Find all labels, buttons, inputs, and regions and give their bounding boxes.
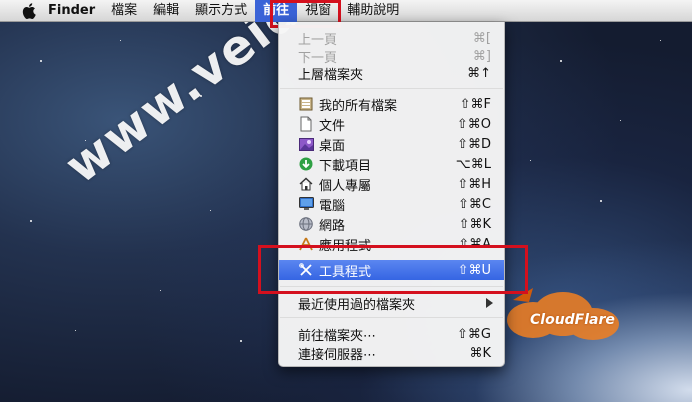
desktop-icon	[298, 136, 314, 152]
menu-separator	[280, 88, 503, 89]
menu-separator	[280, 317, 503, 318]
home-icon	[298, 176, 314, 192]
menu-item-computer[interactable]: 電腦 ⇧⌘C	[279, 194, 504, 214]
menu-item-shortcut: ⇧⌘F	[459, 96, 491, 112]
menu-item-shortcut: ⇧⌘U	[457, 262, 491, 278]
menu-item-shortcut: ⇧⌘K	[458, 216, 491, 232]
menu-item-shortcut: ⇧⌘D	[457, 136, 491, 152]
menu-item-go-to-folder[interactable]: 前往檔案夾⋯ ⇧⌘G	[279, 324, 504, 344]
star	[210, 210, 211, 211]
menu-go[interactable]: 前往	[255, 0, 298, 22]
star	[75, 330, 76, 331]
menu-finder[interactable]: Finder	[40, 0, 103, 22]
documents-icon	[298, 116, 314, 132]
menu-item-label: 應用程式	[319, 238, 372, 254]
menu-item-label: 下載項目	[319, 158, 372, 174]
all-my-files-icon	[298, 96, 314, 112]
menu-item-shortcut: ⌘]	[472, 48, 491, 64]
menu-item-desktop[interactable]: 桌面 ⇧⌘D	[279, 134, 504, 154]
menu-item-utilities[interactable]: 工具程式 ⇧⌘U	[279, 260, 504, 280]
star	[530, 160, 531, 161]
utilities-icon	[298, 262, 314, 278]
menu-item-label: 網路	[319, 218, 346, 234]
star	[620, 120, 621, 121]
menu-item-shortcut: ⇧⌘O	[456, 116, 491, 132]
menu-item-label: 最近使用過的檔案夾	[298, 297, 416, 313]
star	[30, 220, 32, 222]
menu-item-shortcut: ⌘[	[472, 30, 491, 46]
network-icon	[298, 216, 314, 232]
star	[40, 60, 42, 62]
menu-item-label: 連接伺服器⋯	[298, 347, 377, 363]
menu-item-label: 我的所有檔案	[319, 98, 398, 114]
star	[560, 60, 562, 62]
menu-item-all-my-files[interactable]: 我的所有檔案 ⇧⌘F	[279, 94, 504, 114]
computer-icon	[298, 196, 314, 212]
submenu-arrow-icon	[486, 298, 493, 308]
menu-item-home[interactable]: 個人專屬 ⇧⌘H	[279, 174, 504, 194]
applications-icon	[298, 236, 314, 252]
menu-file[interactable]: 檔案	[103, 0, 145, 22]
apple-icon	[22, 2, 36, 19]
menu-item-shortcut: ⇧⌘H	[457, 176, 491, 192]
menu-item-label: 上一頁	[298, 32, 338, 48]
menu-item-shortcut: ⇧⌘A	[458, 236, 491, 252]
menu-item-recent-folders[interactable]: 最近使用過的檔案夾	[279, 293, 504, 313]
menu-bar: Finder 檔案 編輯 顯示方式 前往 視窗 輔助說明	[0, 0, 692, 22]
menu-edit[interactable]: 編輯	[145, 0, 187, 22]
menu-item-back[interactable]: 上一頁 ⌘[	[279, 28, 504, 48]
star	[160, 290, 161, 291]
menu-item-label: 電腦	[319, 198, 346, 214]
menu-item-network[interactable]: 網路 ⇧⌘K	[279, 214, 504, 234]
star	[240, 340, 242, 342]
menu-item-label: 文件	[319, 118, 346, 134]
downloads-icon	[298, 156, 314, 172]
star	[660, 40, 661, 41]
menu-item-shortcut: ⇧⌘C	[458, 196, 491, 212]
menu-item-label: 工具程式	[319, 264, 372, 280]
menu-item-label: 桌面	[319, 138, 346, 154]
menu-item-label: 個人專屬	[319, 178, 372, 194]
menu-item-label: 上層檔案夾	[298, 67, 364, 83]
menu-item-shortcut: ⌥⌘L	[455, 156, 491, 172]
menu-separator	[280, 286, 503, 287]
menu-item-connect-to-server[interactable]: 連接伺服器⋯ ⌘K	[279, 343, 504, 363]
menu-item-enclosing-folder[interactable]: 上層檔案夾 ⌘↑	[279, 63, 504, 83]
star	[600, 200, 602, 202]
cloudflare-text: CloudFlare	[530, 312, 615, 328]
menu-item-shortcut: ⌘↑	[467, 65, 491, 81]
menu-item-downloads[interactable]: 下載項目 ⌥⌘L	[279, 154, 504, 174]
go-menu-dropdown: 上一頁 ⌘[ 下一頁 ⌘] 上層檔案夾 ⌘↑ 我的所有檔案 ⇧⌘F 文件 ⇧⌘O…	[278, 22, 505, 367]
menu-item-shortcut: ⌘K	[469, 345, 491, 361]
star	[120, 40, 121, 41]
apple-menu[interactable]	[18, 0, 40, 22]
menu-view[interactable]: 顯示方式	[187, 0, 255, 22]
menu-item-shortcut: ⇧⌘G	[457, 326, 491, 342]
menu-item-label: 前往檔案夾⋯	[298, 328, 377, 344]
menu-help[interactable]: 輔助說明	[339, 0, 407, 22]
menu-window[interactable]: 視窗	[297, 0, 339, 22]
menu-item-applications[interactable]: 應用程式 ⇧⌘A	[279, 234, 504, 254]
menu-item-documents[interactable]: 文件 ⇧⌘O	[279, 114, 504, 134]
